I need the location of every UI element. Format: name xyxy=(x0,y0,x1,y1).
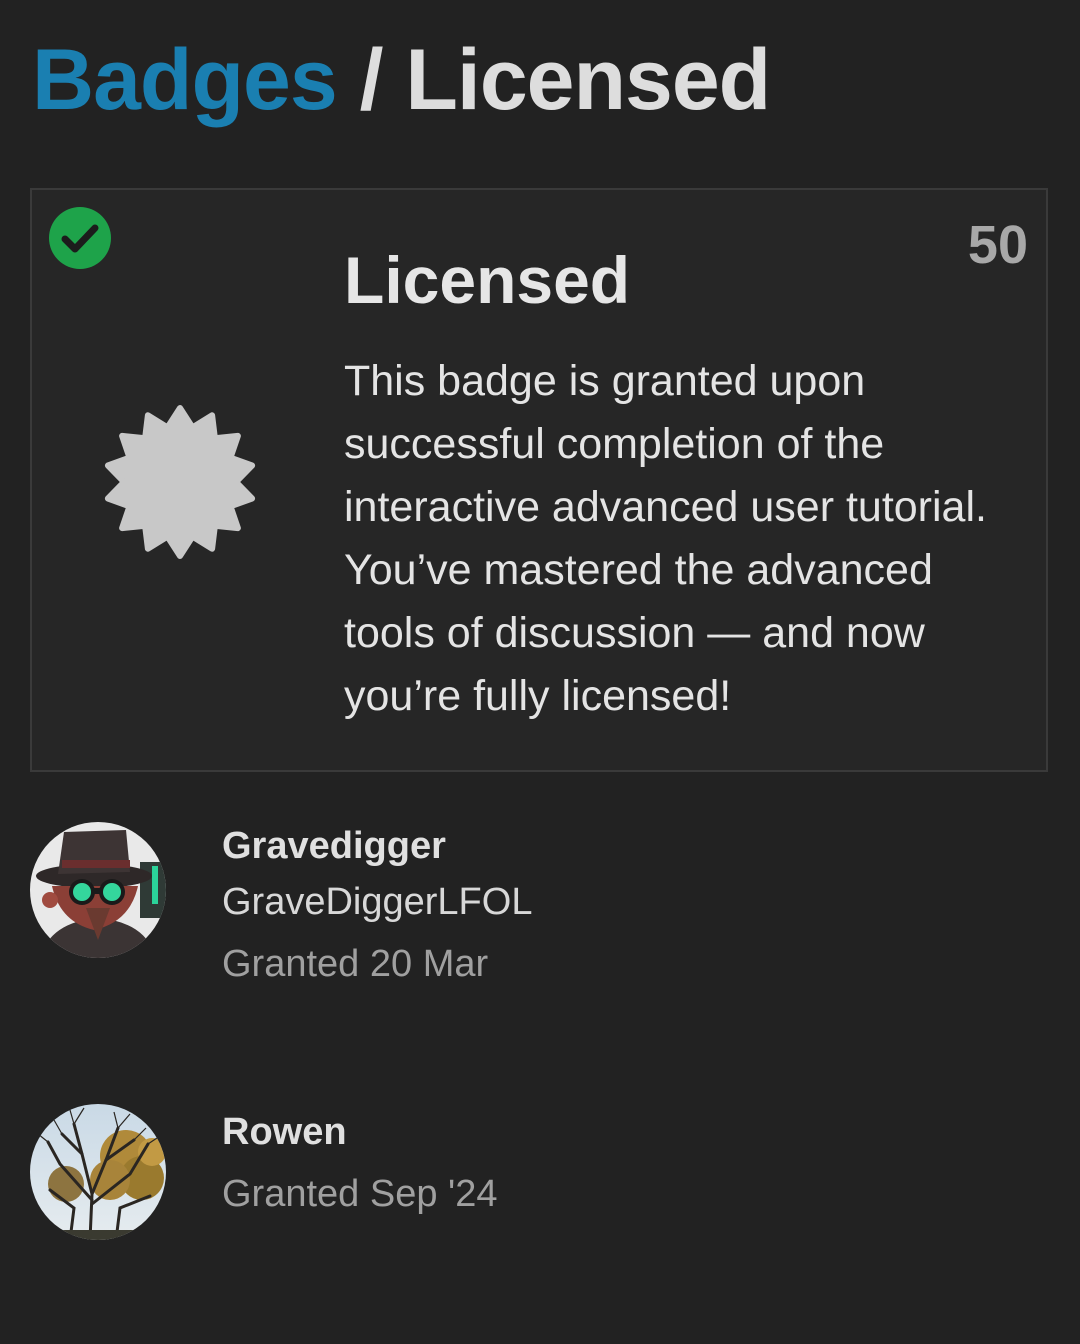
granted-count: 50 xyxy=(967,215,1028,275)
granted-date: Granted Sep '24 xyxy=(222,1173,498,1215)
granted-date: Granted 20 Mar xyxy=(222,943,489,985)
user-handle: GraveDiggerLFOL xyxy=(222,881,533,923)
page-title: Licensed xyxy=(405,32,771,128)
user-info: Gravedigger GraveDiggerLFOL Granted 20 M… xyxy=(222,824,532,986)
breadcrumb: Badges / Licensed xyxy=(32,30,771,130)
user-info: Rowen Granted Sep '24 xyxy=(222,1110,498,1216)
badge-certificate-icon xyxy=(104,405,256,559)
user-name[interactable]: Gravedigger xyxy=(222,824,532,868)
avatar[interactable] xyxy=(30,822,166,958)
tree-photo-avatar-icon xyxy=(30,1104,166,1240)
check-circle-icon xyxy=(49,207,111,269)
user-name[interactable]: Rowen xyxy=(222,1110,498,1154)
badge-card: 50 Licensed This badge is granted upon s… xyxy=(30,188,1048,772)
breadcrumb-separator: / xyxy=(359,32,384,128)
cartoon-character-avatar-icon xyxy=(30,822,166,958)
breadcrumb-badges-link[interactable]: Badges xyxy=(32,32,338,128)
avatar[interactable] xyxy=(30,1104,166,1240)
badge-description: This badge is granted upon successful co… xyxy=(344,357,987,720)
badge-title: Licensed xyxy=(344,243,631,317)
